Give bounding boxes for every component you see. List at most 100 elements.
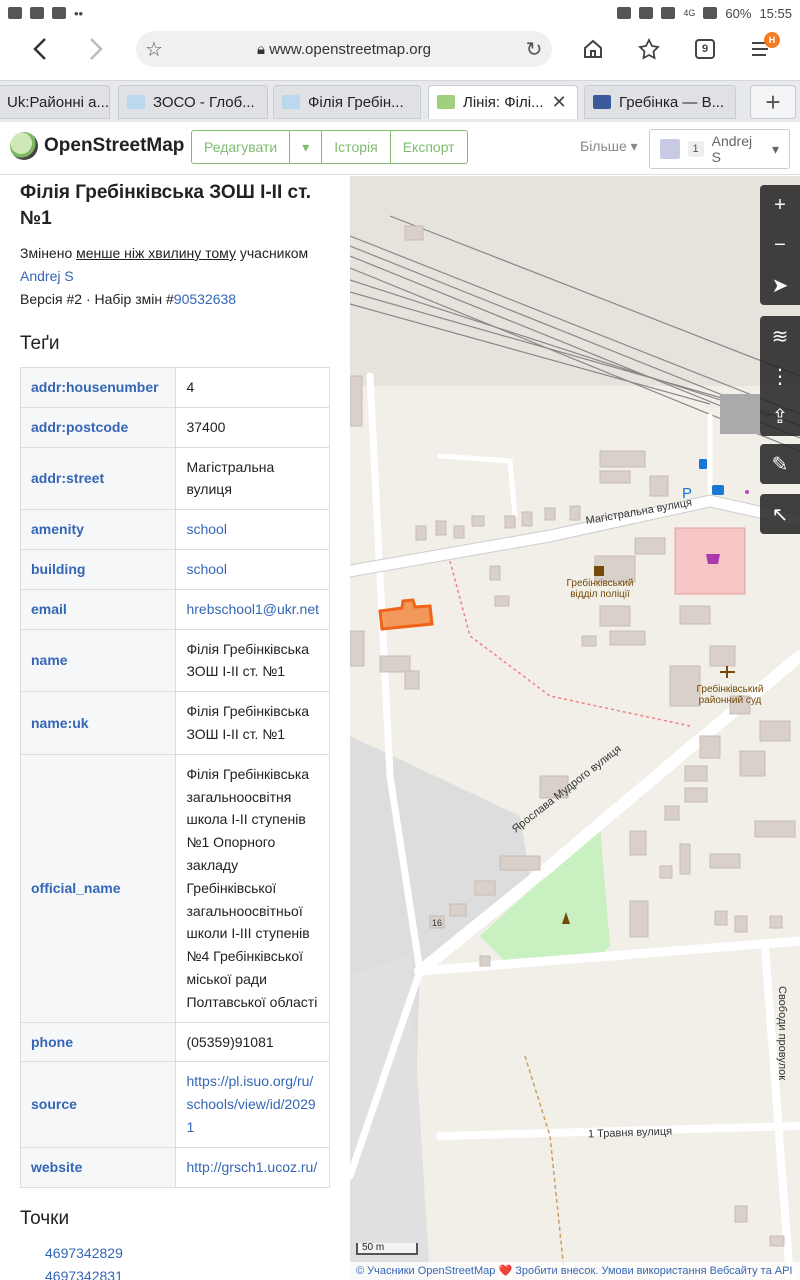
bookmark-star-icon[interactable]: ☆	[136, 37, 172, 62]
browser-toolbar: ☆ 🔒︎ www.openstreetmap.org ↻ 9 Н	[0, 26, 800, 72]
user-name: Andrej S	[711, 133, 753, 165]
changed-time: менше ніж хвилину тому	[76, 245, 236, 261]
export-button[interactable]: Експорт	[391, 131, 467, 163]
signal-icon	[703, 7, 718, 19]
status-bar: •• 4G 60% 15:55	[0, 0, 800, 26]
locate-button[interactable]: ➤	[760, 265, 800, 305]
edit-dropdown-toggle[interactable]: ▾	[290, 131, 323, 163]
address-bar[interactable]: ☆ 🔒︎ www.openstreetmap.org ↻	[136, 31, 552, 67]
tag-key[interactable]: name:uk	[19, 691, 177, 755]
map-attribution[interactable]: © Учасники OpenStreetMap ❤️ Зробити внес…	[350, 1262, 800, 1280]
tag-value[interactable]: http://grsch1.ucoz.ru/	[175, 1146, 330, 1188]
location-arrow-icon: ➤	[771, 274, 789, 297]
tag-value[interactable]: https://pl.isuo.org/ru/schools/view/id/2…	[175, 1061, 330, 1148]
tab-title: Філія Гребін...	[308, 93, 404, 111]
tags-table: addr:housenumber 4 addr:postcode 37400 addr:…	[19, 367, 330, 1188]
tab-3[interactable]: Філія Гребін...	[273, 85, 421, 119]
house-number-label: 16	[432, 918, 443, 928]
tag-row: building school	[19, 548, 330, 590]
node-link[interactable]: 4697342831	[45, 1268, 123, 1280]
version-text: Версія #2 · Набір змін #	[20, 291, 174, 307]
node-link[interactable]: 4697342829	[45, 1245, 123, 1261]
lock-icon	[617, 7, 632, 19]
chevron-right-icon	[90, 38, 103, 60]
map-view[interactable]: P Магістральна вулиця Ярослава Мудрого в…	[350, 176, 800, 1280]
highlighted-school-building	[378, 598, 434, 631]
author-link[interactable]: Andrej S	[20, 268, 74, 284]
changeset-link[interactable]: 90532638	[174, 291, 236, 307]
tag-row: amenity school	[19, 509, 330, 550]
meta-by-label: учасником	[239, 245, 309, 261]
browser-menu-button[interactable]: Н	[746, 32, 780, 64]
tag-key[interactable]: name	[19, 628, 177, 693]
caret-down-icon: ▾	[630, 138, 638, 154]
tag-value[interactable]: school	[175, 548, 330, 590]
tag-row: addr:housenumber 4	[19, 367, 330, 408]
tab-5[interactable]: Гребінка — В...	[584, 85, 736, 119]
menu-badge: Н	[764, 32, 780, 48]
tag-value: Філія Гребінківська загальноосвітня школ…	[175, 753, 330, 1023]
chevron-left-icon	[33, 38, 46, 60]
nodes-list: 4697342829 4697342831	[20, 1242, 330, 1280]
new-tab-button[interactable]: +	[750, 85, 796, 119]
add-note-button[interactable]: ✎	[760, 444, 800, 484]
tab-title: Гребінка — В...	[619, 93, 725, 111]
tab-title: Лінія: Філі...	[463, 93, 544, 111]
brand-name: OpenStreetMap	[44, 135, 185, 156]
tag-value: (05359)91081	[175, 1021, 330, 1063]
page-title: Філія Гребінківська ЗОШ І-ІІ ст. №1	[20, 182, 311, 229]
station-building	[720, 394, 760, 434]
tab-favicon-icon	[282, 95, 300, 109]
tag-key[interactable]: website	[19, 1146, 177, 1188]
edit-button[interactable]: Редагувати	[192, 131, 291, 163]
tag-key[interactable]: email	[19, 588, 177, 630]
tab-4-active[interactable]: Лінія: Філі... ✕	[428, 85, 578, 119]
feature-meta: Змінено менше ніж хвилину тому учасником…	[20, 242, 330, 311]
tag-key[interactable]: addr:postcode	[19, 406, 177, 448]
tag-key[interactable]: phone	[19, 1021, 177, 1063]
url-text[interactable]: 🔒︎ www.openstreetmap.org	[172, 41, 516, 58]
tab-1[interactable]: Uk:Районні а...	[0, 85, 110, 119]
note-control: ✎	[760, 444, 800, 484]
osm-header: OpenStreetMap Редагувати ▾ Історія Експо…	[0, 122, 800, 175]
back-button[interactable]	[12, 26, 68, 72]
layers-button[interactable]: ≋	[760, 316, 800, 356]
osm-magnifier-icon	[10, 132, 38, 160]
avatar	[660, 139, 680, 159]
tag-value[interactable]: hrebschool1@ukr.net	[175, 588, 330, 630]
tag-key[interactable]: building	[19, 548, 177, 590]
railway-landuse	[350, 176, 800, 386]
poi-label-police: Гребінківський відділ поліції	[566, 578, 634, 600]
message-count-badge: 1	[687, 141, 704, 157]
tab-2[interactable]: ЗОСО - Глоб...	[118, 85, 268, 119]
tag-key[interactable]: addr:housenumber	[19, 367, 177, 408]
map-key-button[interactable]: ⋮	[760, 356, 800, 396]
map-scale: 50 m	[356, 1243, 418, 1255]
forward-button[interactable]	[68, 26, 124, 72]
more-menu[interactable]: Більше ▾	[580, 138, 638, 155]
zoom-in-button[interactable]: +	[760, 185, 800, 225]
zoom-out-button[interactable]: −	[760, 225, 800, 265]
osm-logo[interactable]: OpenStreetMap	[10, 132, 184, 160]
tag-key[interactable]: addr:street	[19, 446, 177, 511]
tag-row: name:uk Філія Гребінківська ЗОШ І-ІІ ст. …	[19, 691, 330, 755]
tab-switcher-button[interactable]: 9	[690, 34, 720, 64]
home-button[interactable]	[578, 34, 608, 64]
user-menu[interactable]: 1 Andrej S ▾	[649, 129, 790, 169]
tags-heading: Теґи	[20, 333, 60, 354]
reload-icon[interactable]: ↻	[516, 37, 552, 62]
close-tab-icon[interactable]: ✕	[552, 92, 567, 113]
mail-icon	[8, 7, 22, 19]
share-button[interactable]: ⇪	[760, 396, 800, 436]
tag-key[interactable]: amenity	[19, 509, 177, 550]
tag-key[interactable]: official_name	[19, 753, 177, 1023]
tag-value[interactable]: school	[175, 509, 330, 550]
query-features-button[interactable]: ↖	[760, 494, 800, 534]
info-icon: ⋮	[770, 365, 790, 388]
court-icon	[720, 666, 735, 678]
history-button[interactable]: Історія	[322, 131, 391, 163]
meta-changed-label: Змінено	[20, 245, 73, 261]
bookmarks-button[interactable]	[634, 34, 664, 64]
tag-key[interactable]: source	[19, 1061, 177, 1148]
tag-value: Філія Гребінківська ЗОШ І-ІІ ст. №1	[175, 628, 330, 693]
